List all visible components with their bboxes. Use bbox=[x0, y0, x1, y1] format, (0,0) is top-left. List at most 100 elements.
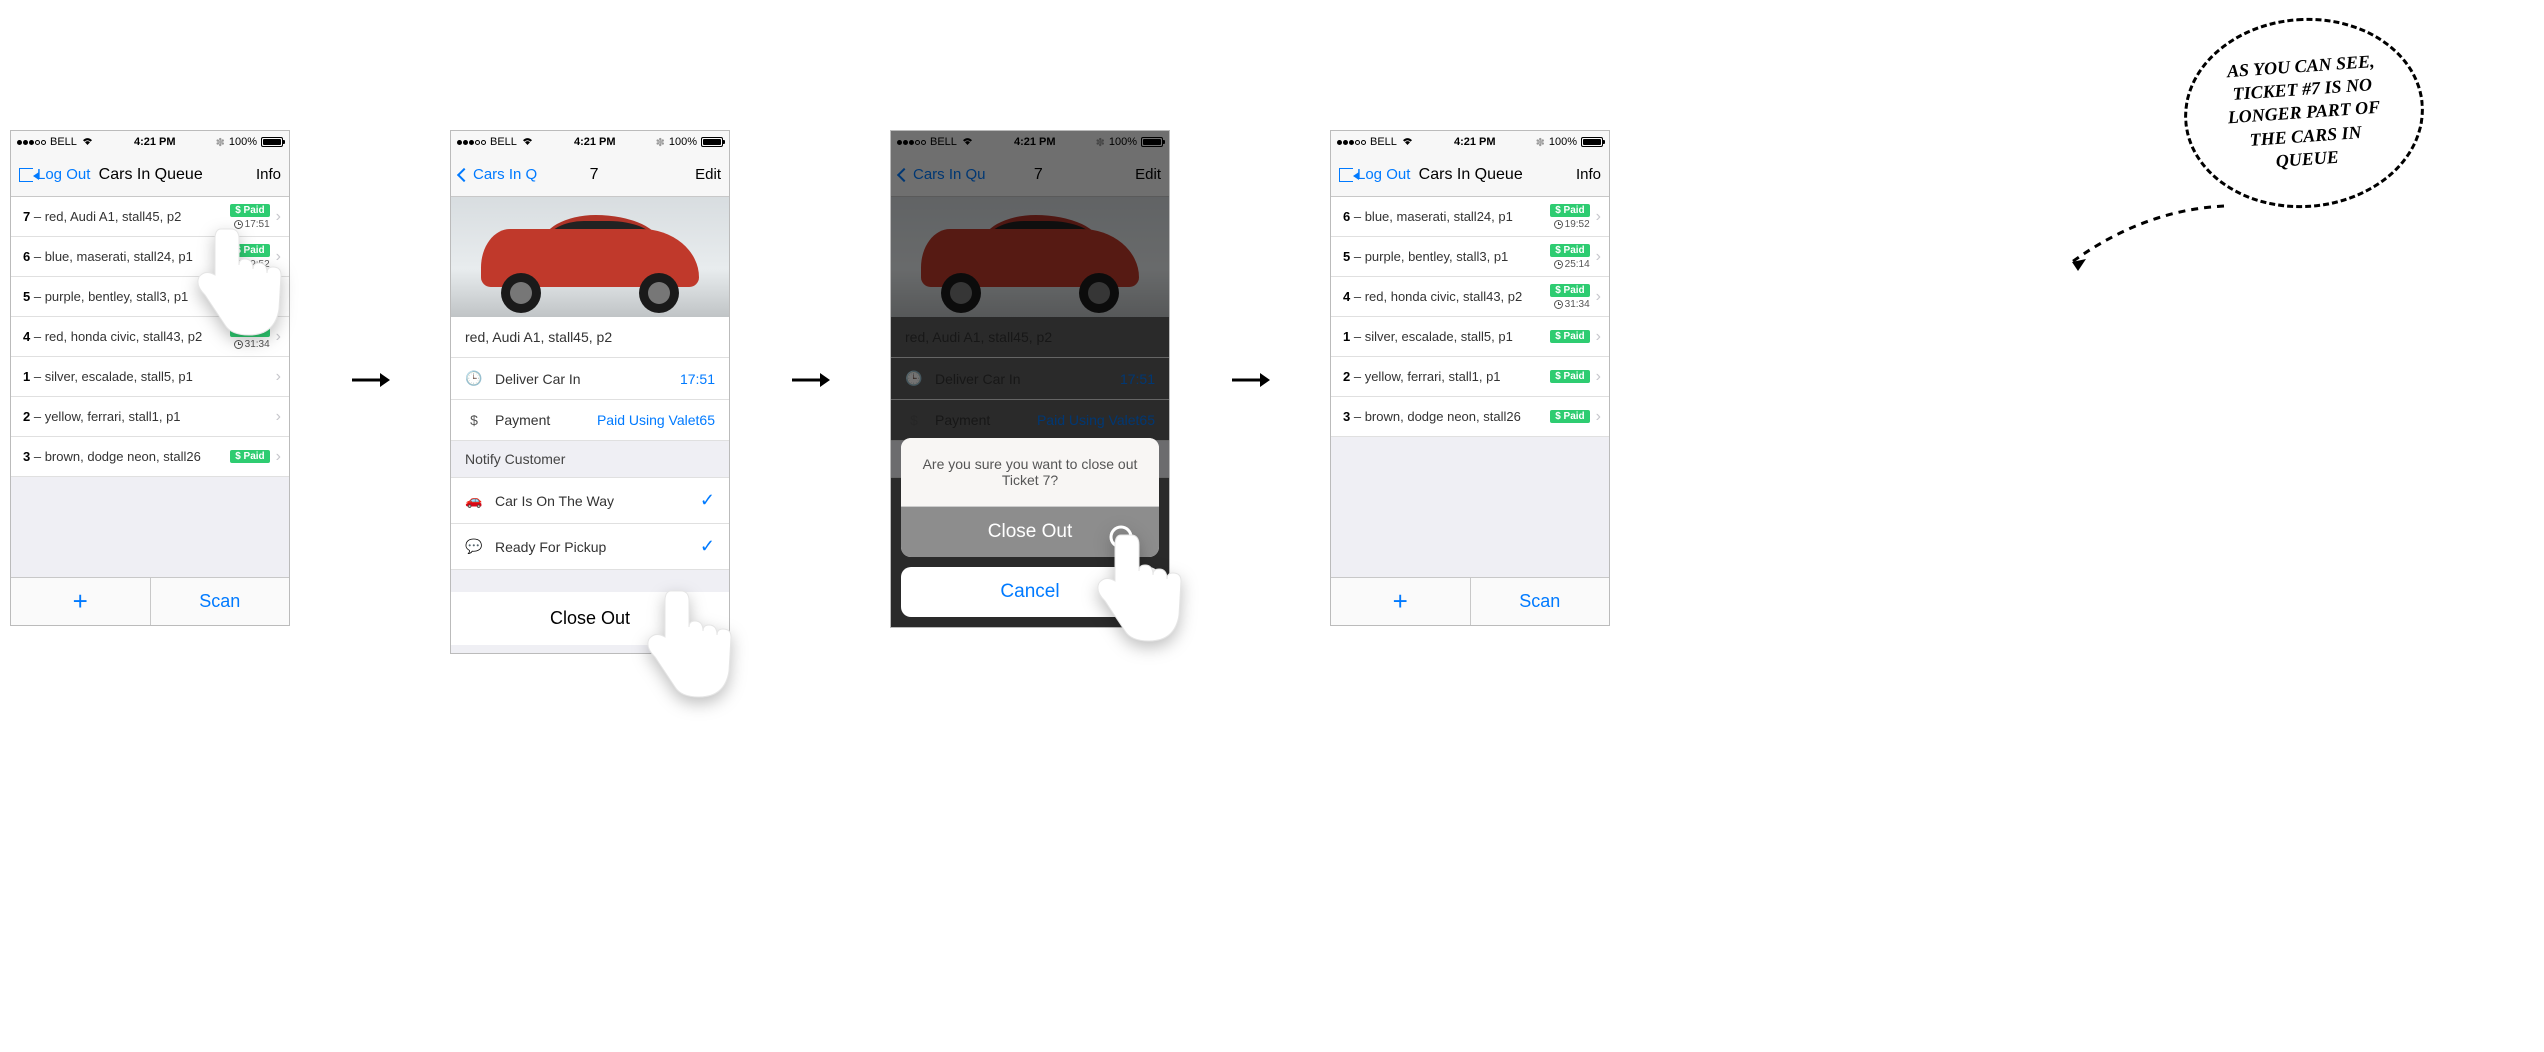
nav-bar: Log Out Cars In Queue Info bbox=[1331, 153, 1609, 197]
paid-badge: $ Paid bbox=[1550, 204, 1589, 217]
checkmark-icon: ✓ bbox=[700, 536, 715, 557]
payment-value: Paid Using Valet65 bbox=[1037, 412, 1155, 428]
paid-badge: $ Paid bbox=[230, 324, 269, 337]
nav-logout[interactable]: Log Out bbox=[1339, 166, 1410, 183]
clock: 4:21 PM bbox=[1014, 136, 1056, 148]
nav-bar: Log Out Cars In Queue Info bbox=[11, 153, 289, 197]
list-item[interactable]: 1 – silver, escalade, stall5, p1 › bbox=[11, 357, 289, 397]
nav-title: Cars In Queue bbox=[1419, 166, 1523, 184]
screen-ticket-detail: BELL 4:21 PM ✽ 100% Cars In Q 7 Edit bbox=[450, 130, 730, 654]
car-photo bbox=[451, 197, 729, 317]
carrier: BELL bbox=[50, 136, 77, 148]
paid-badge: $ Paid bbox=[230, 284, 269, 297]
battery-icon bbox=[701, 137, 723, 147]
add-button[interactable]: + bbox=[11, 578, 151, 625]
status-bar: BELL 4:21 PM ✽ 100% bbox=[1331, 131, 1609, 153]
sheet-message: Are you sure you want to close out Ticke… bbox=[901, 438, 1159, 507]
car-description: red, Audi A1, stall45, p2 bbox=[891, 317, 1169, 358]
battery-icon bbox=[261, 137, 283, 147]
flow-arrow bbox=[1230, 370, 1270, 390]
close-out-button[interactable]: Close Out bbox=[451, 592, 729, 645]
carrier: BELL bbox=[490, 136, 517, 148]
scan-button[interactable]: Scan bbox=[151, 578, 290, 625]
chevron-right-icon: › bbox=[276, 208, 281, 226]
nav-title: Cars In Queue bbox=[99, 166, 203, 184]
clock-icon bbox=[234, 340, 243, 349]
list-item[interactable]: 1 – silver, escalade, stall5, p1 $ Paid … bbox=[1331, 317, 1609, 357]
clock-icon bbox=[234, 300, 243, 309]
clock-icon bbox=[234, 260, 243, 269]
clock-icon: 🕒 bbox=[905, 370, 923, 387]
nav-right-label: Info bbox=[1576, 166, 1601, 183]
battery-pct: 100% bbox=[1549, 136, 1577, 148]
clock-icon bbox=[234, 220, 243, 229]
list-item[interactable]: 5 – purple, bentley, stall3, p1 $ Paid25… bbox=[1331, 237, 1609, 277]
list-item[interactable]: 6 – blue, maserati, stall24, p1 $ Paid19… bbox=[11, 237, 289, 277]
car-icon: 🚗 bbox=[465, 492, 483, 509]
list-item[interactable]: 4 – red, honda civic, stall43, p2 $ Paid… bbox=[1331, 277, 1609, 317]
bluetooth-icon: ✽ bbox=[1096, 136, 1105, 149]
empty-area bbox=[1331, 437, 1609, 577]
list-item[interactable]: 6 – blue, maserati, stall24, p1 $ Paid19… bbox=[1331, 197, 1609, 237]
signal-icon bbox=[457, 140, 486, 145]
battery-pct: 100% bbox=[669, 136, 697, 148]
clock: 4:21 PM bbox=[1454, 136, 1496, 148]
nav-edit[interactable]: Edit bbox=[651, 166, 721, 183]
screen-confirm-dialog: BELL 4:21 PM ✽ 100% Cars In Qu 7 Edit bbox=[890, 130, 1170, 628]
screen-queue-after: BELL 4:21 PM ✽ 100% Log Out Cars In Queu… bbox=[1330, 130, 1610, 626]
nav-left-label: Log Out bbox=[1357, 166, 1410, 183]
list-item[interactable]: 3 – brown, dodge neon, stall26 $ Paid › bbox=[11, 437, 289, 477]
spacer bbox=[451, 570, 729, 592]
list-item[interactable]: 5 – purple, bentley, stall3, p1 $ Paid25… bbox=[11, 277, 289, 317]
flow-arrow bbox=[790, 370, 830, 390]
paid-badge: $ Paid bbox=[1550, 370, 1589, 383]
chevron-right-icon: › bbox=[276, 248, 281, 266]
logout-icon bbox=[1339, 168, 1353, 182]
sheet-confirm-button[interactable]: Close Out bbox=[901, 507, 1159, 557]
nav-bar: Cars In Q 7 Edit bbox=[451, 153, 729, 197]
paid-badge: $ Paid bbox=[230, 204, 269, 217]
battery-pct: 100% bbox=[1109, 136, 1137, 148]
chevron-left-icon bbox=[897, 167, 911, 181]
speech-icon: 💬 bbox=[465, 538, 483, 555]
nav-info[interactable]: Info bbox=[1531, 166, 1601, 183]
checkmark-icon: ✓ bbox=[700, 490, 715, 511]
sheet-cancel-button[interactable]: Cancel bbox=[901, 567, 1159, 617]
nav-left-label: Cars In Q bbox=[473, 166, 537, 183]
payment-row[interactable]: $ Payment Paid Using Valet65 bbox=[451, 400, 729, 441]
bottom-toolbar: + Scan bbox=[1331, 577, 1609, 625]
carrier: BELL bbox=[1370, 136, 1397, 148]
scan-button[interactable]: Scan bbox=[1471, 578, 1610, 625]
list-item[interactable]: 3 – brown, dodge neon, stall26 $ Paid › bbox=[1331, 397, 1609, 437]
wifi-icon bbox=[521, 136, 534, 149]
notify-on-the-way[interactable]: 🚗 Car Is On The Way ✓ bbox=[451, 478, 729, 524]
clock-icon: 🕒 bbox=[465, 370, 483, 387]
list-item[interactable]: 2 – yellow, ferrari, stall1, p1 $ Paid › bbox=[1331, 357, 1609, 397]
nav-info[interactable]: Info bbox=[211, 166, 281, 183]
nav-title: 7 bbox=[590, 166, 599, 184]
chevron-right-icon: › bbox=[276, 328, 281, 346]
chevron-right-icon: › bbox=[276, 368, 281, 386]
notify-ready[interactable]: 💬 Ready For Pickup ✓ bbox=[451, 524, 729, 570]
chevron-right-icon: › bbox=[276, 288, 281, 306]
deliver-time: 17:51 bbox=[680, 371, 715, 387]
add-button[interactable]: + bbox=[1331, 578, 1471, 625]
list-item[interactable]: 4 – red, honda civic, stall43, p2 $ Paid… bbox=[11, 317, 289, 357]
deliver-row[interactable]: 🕒 Deliver Car In 17:51 bbox=[451, 358, 729, 400]
chevron-right-icon: › bbox=[1596, 408, 1601, 426]
status-bar: BELL 4:21 PM ✽ 100% bbox=[11, 131, 289, 153]
paid-badge: $ Paid bbox=[1550, 330, 1589, 343]
dollar-icon: $ bbox=[465, 412, 483, 428]
nav-back[interactable]: Cars In Q bbox=[459, 166, 537, 183]
chevron-right-icon: › bbox=[1596, 368, 1601, 386]
list-item[interactable]: 2 – yellow, ferrari, stall1, p1 › bbox=[11, 397, 289, 437]
dollar-icon: $ bbox=[905, 412, 923, 428]
paid-badge: $ Paid bbox=[230, 450, 269, 463]
chevron-right-icon: › bbox=[1596, 288, 1601, 306]
chevron-left-icon bbox=[457, 167, 471, 181]
signal-icon bbox=[1337, 140, 1366, 145]
queue-list: 6 – blue, maserati, stall24, p1 $ Paid19… bbox=[1331, 197, 1609, 437]
list-item[interactable]: 7 – red, Audi A1, stall45, p2 $ Paid17:5… bbox=[11, 197, 289, 237]
nav-logout[interactable]: Log Out bbox=[19, 166, 90, 183]
clock-icon bbox=[1554, 300, 1563, 309]
